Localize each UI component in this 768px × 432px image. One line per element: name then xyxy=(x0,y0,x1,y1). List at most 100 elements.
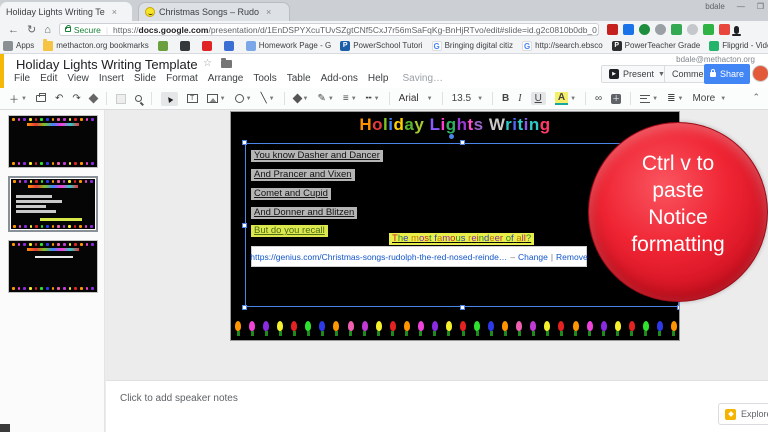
avatar[interactable] xyxy=(752,65,768,82)
new-slide-button[interactable]: ＋▼ xyxy=(9,91,27,106)
chat-extension-icon[interactable] xyxy=(703,24,714,35)
gray-extension-icon[interactable] xyxy=(655,24,666,35)
handle-top-left[interactable] xyxy=(242,140,247,145)
insert-link-button[interactable]: ∞ xyxy=(595,93,602,104)
redo-button[interactable]: ↷ xyxy=(72,93,80,104)
menu-edit[interactable]: Edit xyxy=(40,73,57,84)
menu-help[interactable]: Help xyxy=(368,73,389,84)
speaker-notes-panel[interactable]: Click to add speaker notes xyxy=(106,380,768,432)
present-button[interactable]: ▶ Present ▼ xyxy=(601,65,673,83)
body-line[interactable]: You know Dasher and Dancer xyxy=(251,150,383,162)
bookmark-youtube[interactable] xyxy=(202,41,215,51)
bookmark-grid[interactable] xyxy=(180,41,193,51)
menu-slide[interactable]: Slide xyxy=(134,73,156,84)
handle-bottom-mid[interactable] xyxy=(460,305,465,310)
bookmark-blue[interactable] xyxy=(224,41,237,51)
menu-view[interactable]: View xyxy=(67,73,89,84)
recall-line[interactable]: But do you recall xyxy=(251,225,328,237)
red-extension-icon[interactable] xyxy=(607,24,618,35)
bold-button[interactable]: B xyxy=(502,93,509,104)
zoom-button[interactable] xyxy=(135,95,142,102)
home-icon[interactable]: ⌂ xyxy=(44,24,51,36)
background-button[interactable] xyxy=(116,94,126,104)
menu-file[interactable]: File xyxy=(14,73,30,84)
tab-close-icon[interactable]: × xyxy=(112,7,117,17)
undo-button[interactable]: ↶ xyxy=(55,93,63,104)
line-color-button[interactable]: ✎▼ xyxy=(318,93,334,104)
menu-format[interactable]: Format xyxy=(166,73,198,84)
bookmark-bringing[interactable]: GBringing digital citiz xyxy=(432,41,513,51)
italic-button[interactable]: I xyxy=(518,93,521,104)
more-button[interactable]: More▼ xyxy=(692,93,726,104)
link-remove-button[interactable]: Remove xyxy=(556,252,588,262)
document-title[interactable]: Holiday Lights Writing Template xyxy=(16,57,198,72)
menu-arrange[interactable]: Arrange xyxy=(208,73,244,84)
bookmark-homework[interactable]: Homework Page - G xyxy=(246,41,331,51)
line-weight-button[interactable]: ≡▼ xyxy=(343,93,357,104)
bookmark-leaf[interactable] xyxy=(158,41,171,51)
famous-line[interactable]: The most famous reindeer of all? xyxy=(389,233,534,245)
print-button[interactable] xyxy=(36,95,46,102)
body-line[interactable]: Comet and Cupid xyxy=(251,188,331,200)
green-square-extension-icon[interactable] xyxy=(671,24,682,35)
slide-thumbnail-2-selected[interactable] xyxy=(8,176,98,232)
slide-thumbnail-3[interactable] xyxy=(8,240,98,293)
insert-line-button[interactable]: ╲▼ xyxy=(261,93,275,104)
bookmark-methactonorg[interactable]: methacton.org bookmarks xyxy=(43,41,149,51)
bookmark-flipgrid[interactable]: Flipgrid - Video for s xyxy=(709,41,768,51)
title-handle[interactable] xyxy=(449,134,454,139)
share-button[interactable]: Share xyxy=(704,64,750,84)
link-change-button[interactable]: Change xyxy=(518,252,548,262)
star-document-icon[interactable]: ☆ xyxy=(203,58,212,69)
move-folder-icon[interactable] xyxy=(221,60,232,68)
line-spacing-button[interactable]: ≣▼ xyxy=(667,93,683,104)
speaker-notes-placeholder[interactable]: Click to add speaker notes xyxy=(120,393,238,404)
bookmark-apps[interactable]: Apps xyxy=(3,41,34,51)
green-dot-extension-icon[interactable] xyxy=(639,24,650,35)
tab-close-icon[interactable]: × xyxy=(266,7,271,17)
bookmark-powerschool[interactable]: PPowerSchool Tutori xyxy=(340,41,422,51)
menu-insert[interactable]: Insert xyxy=(99,73,124,84)
text-color-button[interactable]: A▼ xyxy=(555,92,576,105)
microphone-icon[interactable] xyxy=(734,26,739,34)
explore-button[interactable]: Explore xyxy=(718,403,768,425)
slide-thumbnail-1[interactable] xyxy=(8,115,98,168)
fill-color-button[interactable]: ▼ xyxy=(294,95,309,102)
refresh-icon[interactable]: ↻ xyxy=(27,23,36,36)
body-line[interactable]: And Prancer and Vixen xyxy=(251,169,355,181)
menu-add-ons[interactable]: Add-ons xyxy=(321,73,358,84)
paint-format-button[interactable] xyxy=(90,95,97,102)
insert-shape-button[interactable]: ▼ xyxy=(235,94,252,103)
link-url[interactable]: https://genius.com/Christmas-songs-rudol… xyxy=(250,252,507,262)
address-input[interactable]: Secure | https://docs.google.com/present… xyxy=(59,23,599,36)
font-family-select[interactable]: Arial▼ xyxy=(399,93,433,104)
corner-fragment xyxy=(0,424,10,432)
select-tool-button[interactable]: ▲ xyxy=(161,92,178,106)
drive-extension-icon[interactable] xyxy=(719,24,730,35)
minimize-icon[interactable]: — xyxy=(737,2,745,11)
gray-circle-extension-icon[interactable] xyxy=(687,24,698,35)
insert-comment-button[interactable]: ＋ xyxy=(611,94,621,104)
blue-extension-icon[interactable] xyxy=(623,24,634,35)
handle-bottom-right[interactable] xyxy=(677,305,680,310)
handle-mid-left[interactable] xyxy=(242,223,247,228)
menu-table[interactable]: Table xyxy=(287,73,311,84)
body-line[interactable]: And Donner and Blitzen xyxy=(251,207,357,219)
text-box-button[interactable]: T xyxy=(187,94,198,103)
hide-menus-icon[interactable]: ⌃ xyxy=(752,92,760,103)
underline-button[interactable]: U xyxy=(531,92,546,105)
slide-title[interactable]: Holiday Lights Writing xyxy=(231,115,679,135)
font-size-select[interactable]: 13.5▼ xyxy=(452,93,483,104)
back-icon[interactable]: ← xyxy=(8,24,19,36)
tab-christmas-songs[interactable]: Christmas Songs – Rudo × xyxy=(138,2,290,21)
restore-icon[interactable]: ❐ xyxy=(757,2,764,11)
tab-holiday-lights[interactable]: Holiday Lights Writing Te × xyxy=(0,2,132,21)
bookmark-powerteacher[interactable]: PPowerTeacher Grade xyxy=(612,41,701,51)
handle-top-mid[interactable] xyxy=(460,140,465,145)
line-dash-button[interactable]: ╍▼ xyxy=(366,93,380,104)
bookmark-httpsearchebsco[interactable]: Ghttp://search.ebsco xyxy=(522,41,603,51)
insert-image-button[interactable]: ▼ xyxy=(207,94,226,103)
menu-tools[interactable]: Tools xyxy=(253,73,276,84)
handle-bottom-left[interactable] xyxy=(242,305,247,310)
align-button[interactable]: ▼ xyxy=(640,95,658,103)
